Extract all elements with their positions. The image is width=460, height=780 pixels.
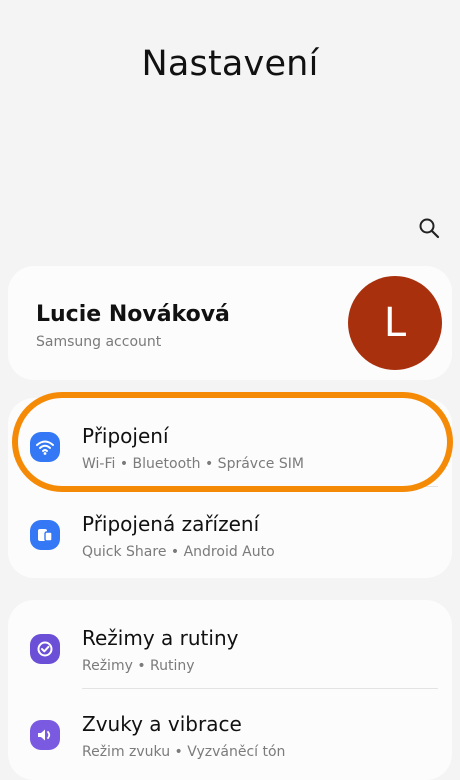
settings-item-sounds-vibration[interactable]: Zvuky a vibrace Režim zvuku • Vyzváněcí … (8, 686, 452, 772)
settings-item-connected-devices[interactable]: Připojená zařízení Quick Share • Android… (8, 486, 452, 572)
settings-item-subtitle: Režimy • Rutiny (82, 658, 195, 674)
connected-devices-icon (30, 520, 60, 550)
settings-item-title: Režimy a rutiny (82, 626, 239, 650)
search-icon (419, 218, 440, 239)
search-button[interactable] (414, 213, 444, 243)
samsung-account-card[interactable]: Lucie Nováková Samsung account L (8, 266, 452, 380)
settings-item-title: Zvuky a vibrace (82, 712, 242, 736)
settings-group-modes: Režimy a rutiny Režimy • Rutiny Zvuky a … (8, 600, 452, 780)
modes-routines-icon (30, 634, 60, 664)
account-subtitle: Samsung account (36, 334, 162, 350)
account-name: Lucie Nováková (36, 302, 230, 327)
settings-item-title: Připojení (82, 424, 169, 448)
settings-item-title: Připojená zařízení (82, 512, 260, 536)
page-title: Nastavení (141, 44, 319, 84)
settings-item-subtitle: Quick Share • Android Auto (82, 544, 275, 560)
settings-item-subtitle: Wi-Fi • Bluetooth • Správce SIM (82, 456, 304, 472)
settings-item-modes-routines[interactable]: Režimy a rutiny Režimy • Rutiny (8, 600, 452, 686)
sound-icon (30, 720, 60, 750)
wifi-icon (30, 432, 60, 462)
settings-item-connections[interactable]: Připojení Wi-Fi • Bluetooth • Správce SI… (8, 398, 452, 484)
avatar[interactable]: L (348, 276, 442, 370)
settings-group-connections: Připojení Wi-Fi • Bluetooth • Správce SI… (8, 398, 452, 578)
settings-item-subtitle: Režim zvuku • Vyzváněcí tón (82, 744, 286, 760)
